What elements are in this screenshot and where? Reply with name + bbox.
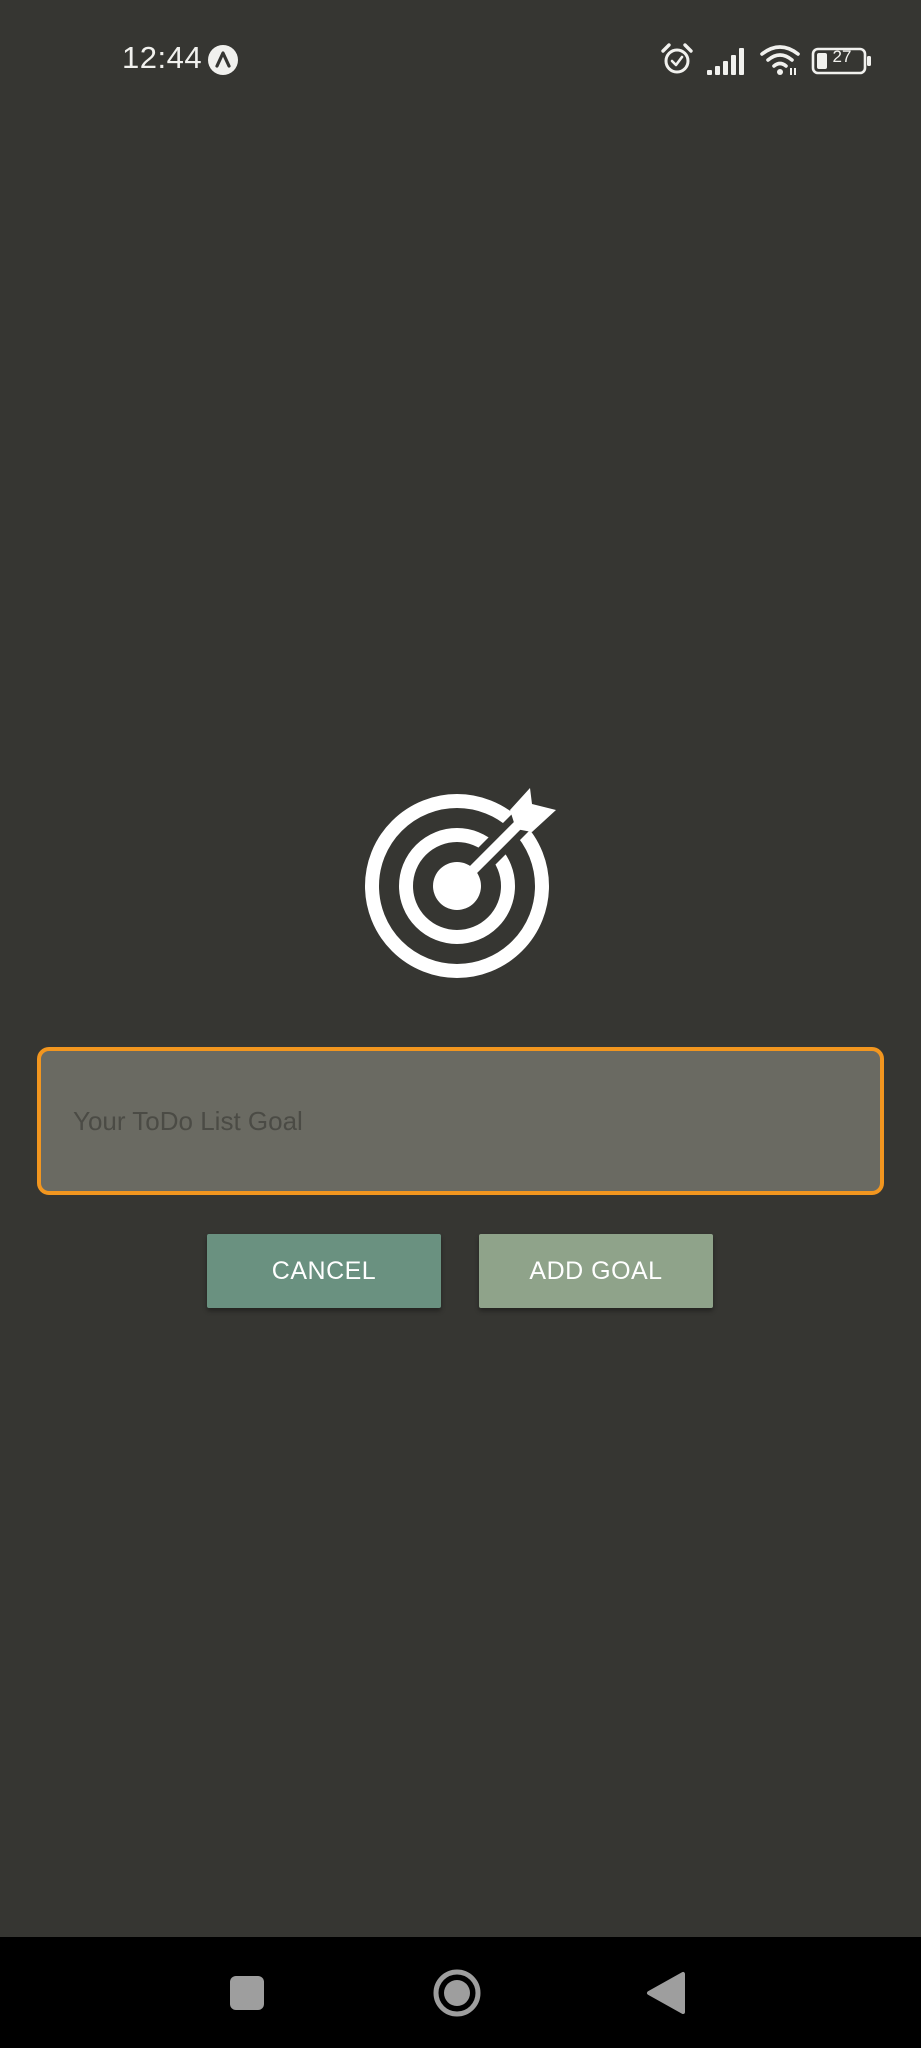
add-goal-button[interactable]: ADD GOAL xyxy=(479,1234,713,1308)
signal-icon xyxy=(707,48,744,75)
alarm-icon xyxy=(661,43,693,74)
status-time: 12:44 xyxy=(122,40,203,75)
app-screen: 12:44 27 Your ToDo List Goal CANCEL ADD … xyxy=(0,0,921,2048)
navigation-bar xyxy=(0,1937,921,2048)
back-triangle-icon[interactable] xyxy=(636,1963,696,2023)
recents-square-icon[interactable] xyxy=(217,1963,277,2023)
home-circle-icon[interactable] xyxy=(427,1963,487,2023)
battery-level: 27 xyxy=(832,47,852,66)
cancel-button[interactable]: CANCEL xyxy=(207,1234,441,1308)
wifi-icon xyxy=(760,45,800,75)
status-icons: 27 xyxy=(658,40,873,80)
status-bar: 12:44 27 xyxy=(0,0,921,120)
goal-input[interactable] xyxy=(41,1051,880,1191)
goal-input-container xyxy=(37,1047,884,1195)
notification-a-icon xyxy=(208,45,238,75)
target-icon xyxy=(365,784,559,978)
